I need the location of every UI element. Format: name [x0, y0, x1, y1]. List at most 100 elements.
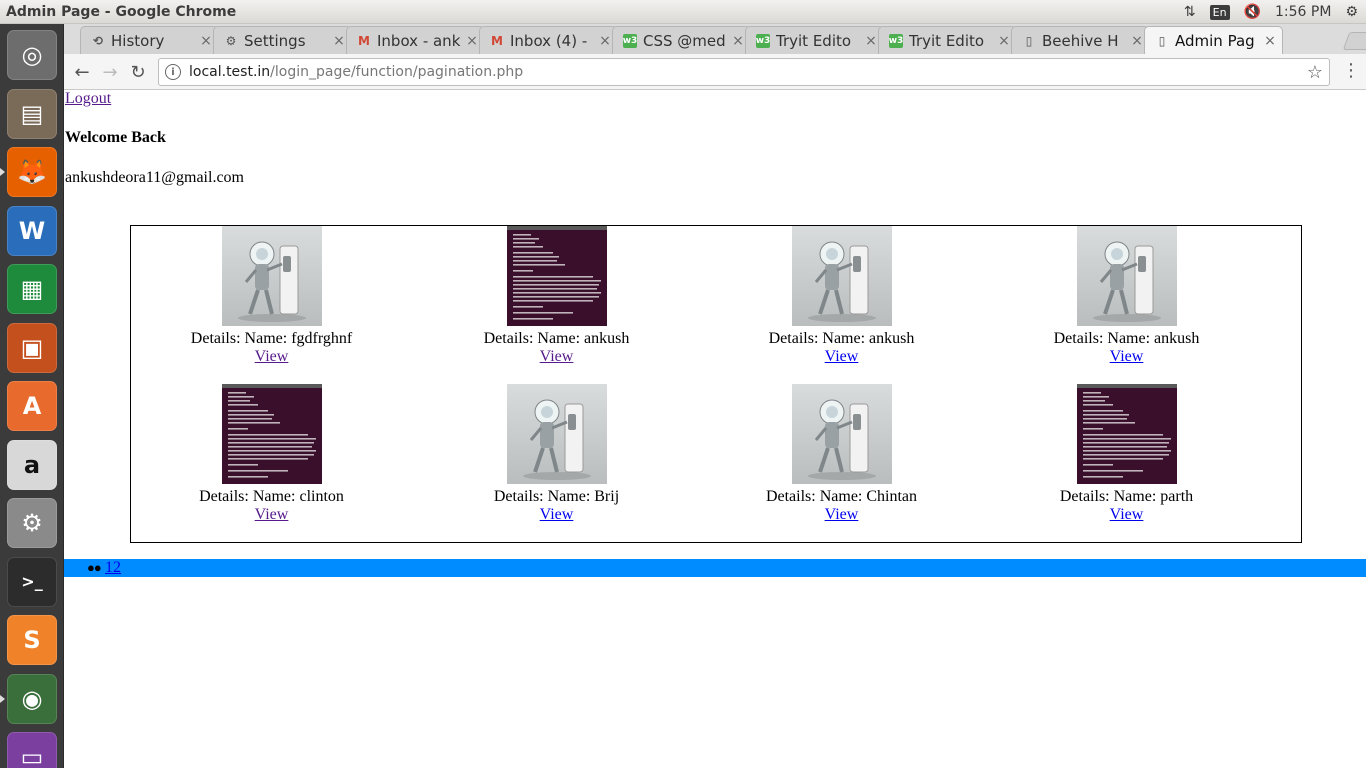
workspace-switcher-icon[interactable]: ▭ [7, 732, 57, 768]
browser-tab[interactable]: w3 CSS @med × [612, 26, 751, 54]
view-link[interactable]: View [825, 348, 859, 366]
browser-tab[interactable]: ▯ Admin Pag × [1144, 26, 1283, 54]
gear-icon: ⚙ [225, 33, 237, 48]
robot-image [791, 384, 892, 484]
system-settings-icon[interactable]: ⚙ [7, 498, 57, 548]
power-gear-icon[interactable]: ⚙ [1345, 4, 1358, 20]
forward-arrow-icon[interactable]: → [98, 60, 122, 84]
tab-close-icon[interactable]: × [996, 33, 1012, 49]
tab-label: CSS @med [643, 31, 726, 50]
pagination-page-links[interactable]: 12 [105, 559, 121, 577]
tab-label: Admin Pag [1175, 31, 1255, 50]
browser-tab[interactable]: w3 Tryit Edito × [878, 26, 1017, 54]
user-card: Details: Name: ankush View [699, 226, 984, 366]
view-link[interactable]: View [825, 506, 859, 524]
tab-label: Tryit Edito [776, 31, 852, 50]
tab-close-icon[interactable]: × [597, 33, 613, 49]
view-link[interactable]: View [540, 348, 574, 366]
firefox-icon[interactable]: 🦊 [7, 147, 57, 197]
pagination-bullets: ●● [87, 560, 102, 575]
card-details-text: Details: Name: clinton [199, 488, 344, 505]
sublime-text-icon[interactable]: S [7, 615, 57, 665]
tab-close-icon[interactable]: × [1262, 33, 1278, 49]
user-card: Details: Name: parth View [984, 384, 1269, 524]
running-app-indicator [0, 694, 5, 703]
tab-label: Settings [244, 31, 306, 50]
ubuntu-dash-icon[interactable]: ◎ [7, 30, 57, 80]
tab-close-icon[interactable]: × [730, 33, 746, 49]
card-details-text: Details: Name: fgdfrghnf [190, 330, 353, 347]
user-card: Details: Name: clinton View [129, 384, 414, 524]
browser-tab[interactable]: ▯ Beehive H × [1011, 26, 1150, 54]
window-title: Admin Page - Google Chrome [6, 3, 237, 20]
w3schools-icon: w3 [755, 33, 771, 48]
user-card: Details: Name: Chintan View [699, 384, 984, 524]
robot-image [506, 384, 607, 484]
w3schools-icon: w3 [888, 33, 904, 48]
browser-tab[interactable]: w3 Tryit Edito × [745, 26, 884, 54]
tab-label: Inbox (4) - [510, 31, 588, 50]
volume-muted-icon[interactable]: 🔇 [1244, 4, 1261, 20]
card-details-text: Details: Name: Brij [493, 488, 620, 505]
tab-close-icon[interactable]: × [863, 33, 879, 49]
history-icon: ⟲ [92, 33, 104, 48]
keyboard-layout-indicator[interactable]: En [1209, 4, 1230, 20]
libreoffice-writer-icon[interactable]: W [7, 205, 57, 256]
view-link[interactable]: View [1110, 348, 1144, 366]
terminal-screenshot-image [506, 226, 607, 326]
tab-label: History [111, 31, 165, 50]
url-host: local.test.in [189, 64, 271, 80]
gmail-icon: M [358, 33, 370, 48]
view-link[interactable]: View [540, 506, 574, 524]
tab-label: Beehive H [1042, 31, 1119, 50]
terminal-icon[interactable]: >_ [7, 556, 57, 607]
libreoffice-impress-icon[interactable]: ▣ [7, 322, 57, 373]
files-icon[interactable]: ▤ [7, 88, 57, 139]
ubuntu-software-icon[interactable]: A [7, 381, 57, 431]
tab-close-icon[interactable]: × [1129, 33, 1145, 49]
bookmark-star-icon[interactable]: ☆ [1307, 62, 1323, 83]
tab-close-icon[interactable]: × [331, 33, 347, 49]
network-icon[interactable]: ⇅ [1184, 4, 1196, 20]
user-card: Details: Name: ankush View [984, 226, 1269, 366]
view-link[interactable]: View [255, 348, 289, 366]
user-card: Details: Name: ankush View [414, 226, 699, 366]
tab-close-icon[interactable]: × [464, 33, 480, 49]
libreoffice-calc-icon[interactable]: ▦ [7, 264, 57, 314]
browser-tab[interactable]: ⟲ History × [80, 26, 219, 54]
indicator-area: ⇅ En 🔇 1:56 PM ⚙ [1184, 0, 1358, 24]
chrome-menu-icon[interactable]: ⋮ [1342, 60, 1360, 81]
chrome-icon[interactable]: ◉ [7, 673, 57, 724]
welcome-heading: Welcome Back [65, 129, 166, 146]
url-path: /login_page/function/pagination.php [270, 64, 524, 80]
pagination-bar: ●● 12 [64, 559, 1366, 577]
address-bar[interactable]: i local.test.in/login_page/function/pagi… [158, 58, 1330, 86]
view-link[interactable]: View [1110, 506, 1144, 524]
page-icon: ▯ [1025, 33, 1033, 48]
amazon-icon[interactable]: a [7, 439, 57, 490]
w3schools-icon: w3 [622, 33, 638, 48]
card-details-text: Details: Name: parth [1059, 488, 1194, 505]
user-card: Details: Name: Brij View [414, 384, 699, 524]
reload-icon[interactable]: ↻ [126, 60, 150, 84]
view-link[interactable]: View [255, 506, 289, 524]
user-email: ankushdeora11@gmail.com [65, 169, 244, 186]
robot-image [221, 226, 322, 326]
page-icon: ▯ [1158, 33, 1166, 48]
robot-image [791, 226, 892, 326]
browser-tab[interactable]: ⚙ Settings × [213, 26, 352, 54]
new-tab-button[interactable] [1342, 32, 1366, 50]
back-arrow-icon[interactable]: ← [70, 60, 94, 84]
browser-tab[interactable]: M Inbox - ank × [346, 26, 485, 54]
logout-link[interactable]: Logout [65, 90, 111, 108]
terminal-screenshot-image [221, 384, 322, 484]
browser-tab[interactable]: M Inbox (4) - × [479, 26, 618, 54]
user-card: Details: Name: fgdfrghnf View [129, 226, 414, 366]
user-gallery: Details: Name: fgdfrghnf View Details: Nam… [130, 225, 1302, 543]
page-content: Logout Welcome Back ankushdeora11@gmail.… [64, 90, 1366, 768]
clock[interactable]: 1:56 PM [1275, 4, 1331, 20]
card-details-text: Details: Name: ankush [483, 330, 630, 347]
tab-close-icon[interactable]: × [198, 33, 214, 49]
tab-strip: ⟲ History × ⚙ Settings × M Inbox - ank × M Inbox (… [64, 24, 1366, 54]
site-info-icon[interactable]: i [165, 64, 181, 80]
